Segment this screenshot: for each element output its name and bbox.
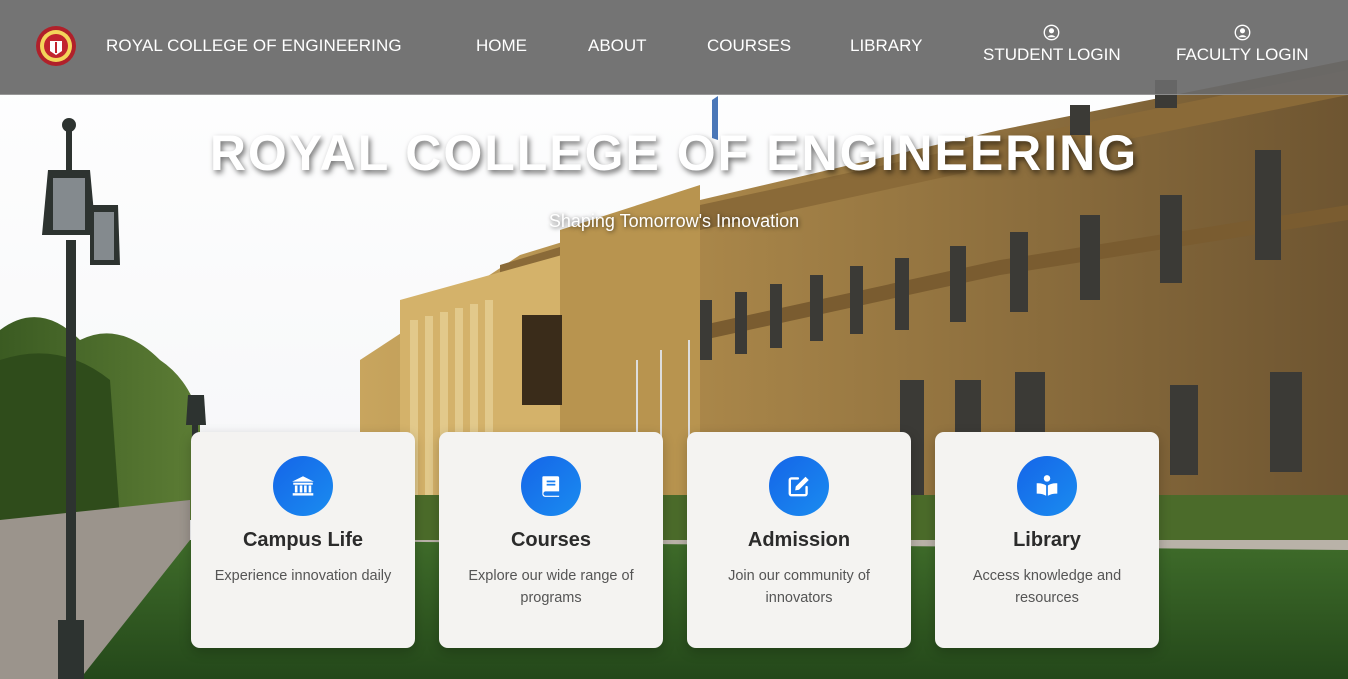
brand-name[interactable]: ROYAL COLLEGE OF ENGINEERING (106, 36, 402, 56)
card-campus-life[interactable]: Campus Life Experience innovation daily (191, 432, 415, 648)
card-description: Join our community of innovators (728, 568, 870, 606)
card-description: Access knowledge and resources (972, 568, 1122, 606)
reader-icon (1036, 475, 1058, 496)
college-logo[interactable] (35, 25, 77, 67)
faculty-login-link[interactable]: FACULTY LOGIN (1176, 24, 1309, 65)
card-description: Explore our wide range of programs (468, 568, 634, 606)
card-library[interactable]: Library Access knowledge and resources (935, 432, 1159, 648)
card-title: Library (1013, 529, 1081, 551)
card-icon-circle (273, 456, 333, 516)
card-courses[interactable]: Courses Explore our wide range of progra… (439, 432, 663, 648)
nav-home[interactable]: HOME (476, 36, 527, 56)
nav-library[interactable]: LIBRARY (850, 36, 922, 56)
card-description: Experience innovation daily (214, 568, 392, 584)
university-icon (292, 476, 314, 496)
faculty-login-label: FACULTY LOGIN (1176, 45, 1309, 64)
card-title: Campus Life (242, 529, 364, 551)
card-icon-circle (521, 456, 581, 516)
top-navbar: ROYAL COLLEGE OF ENGINEERING HOME ABOUT … (0, 0, 1348, 95)
hero-title: ROYAL COLLEGE OF ENGINEERING (209, 125, 1139, 181)
nav-courses[interactable]: COURSES (707, 36, 791, 56)
hero-subtitle: Shaping Tomorrow's Innovation (548, 211, 800, 231)
student-login-link[interactable]: STUDENT LOGIN (983, 24, 1121, 65)
card-icon-circle (1017, 456, 1077, 516)
student-login-label: STUDENT LOGIN (983, 45, 1121, 64)
card-title: Admission (747, 529, 851, 551)
card-admission[interactable]: Admission Join our community of innovato… (687, 432, 911, 648)
book-icon (542, 476, 560, 497)
user-circle-icon (1234, 24, 1251, 41)
edit-icon (788, 476, 809, 497)
card-title: Courses (510, 529, 592, 551)
card-icon-circle (769, 456, 829, 516)
user-circle-icon (1043, 24, 1060, 41)
nav-about[interactable]: ABOUT (588, 36, 647, 56)
